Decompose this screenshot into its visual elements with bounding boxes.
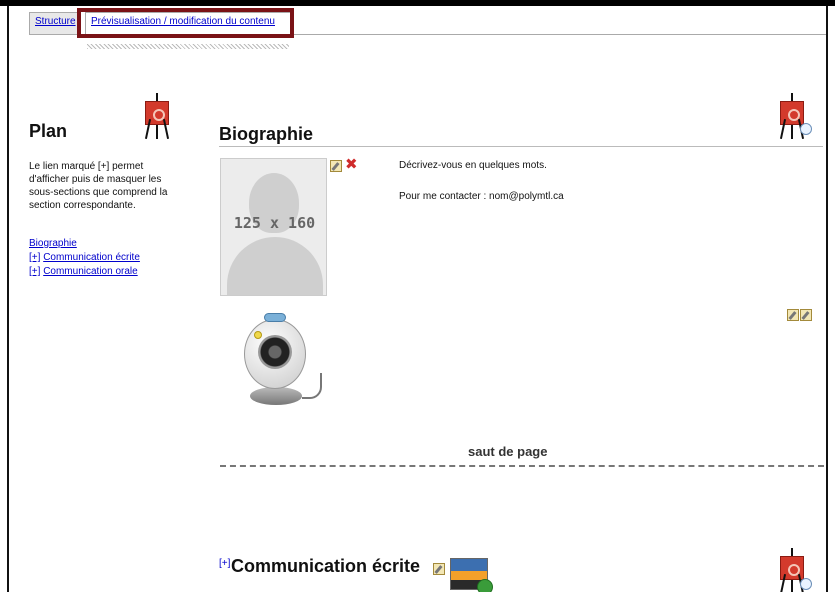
plan-link-label[interactable]: Biographie <box>29 238 77 249</box>
edit-icon[interactable] <box>330 160 342 172</box>
avatar-shoulders <box>227 237 323 295</box>
easel-icon[interactable] <box>139 93 179 141</box>
tab-underline <box>29 34 826 35</box>
window-top-bar <box>0 0 835 6</box>
section-title-communication-ecrite: Communication écrite <box>231 556 421 576</box>
edit-icon[interactable] <box>787 309 799 321</box>
section-divider <box>219 146 823 147</box>
left-border <box>7 6 9 592</box>
image-icon[interactable] <box>450 558 493 592</box>
photo-dimensions: 125 x 160 <box>233 214 316 232</box>
plan-description: Le lien marqué [+] permet d'afficher pui… <box>29 161 168 211</box>
plan-link-communication-orale[interactable]: [+] Communication orale <box>29 265 140 279</box>
plan-link-biographie[interactable]: Biographie <box>29 237 140 251</box>
easel-preview-icon[interactable] <box>774 548 814 592</box>
profile-photo-placeholder: 125 x 160 <box>220 158 327 296</box>
tab-hatch-decoration <box>87 44 289 49</box>
bio-description: Décrivez-vous en quelques mots. <box>399 160 547 171</box>
webcam-icon <box>240 313 330 409</box>
page-break-line <box>220 465 824 467</box>
easel-preview-icon[interactable] <box>774 93 814 141</box>
plan-links: Biographie [+] Communication écrite [+] … <box>29 237 140 279</box>
tab-structure[interactable]: Structure <box>29 12 80 34</box>
plan-title: Plan <box>29 121 68 141</box>
edit-icon[interactable] <box>800 309 812 321</box>
bio-text: Décrivez-vous en quelques mots. Pour me … <box>399 159 564 221</box>
tab-structure-label[interactable]: Structure <box>35 16 76 27</box>
delete-icon[interactable]: ✖ <box>345 157 359 172</box>
right-border <box>826 6 828 592</box>
tab-preview-label[interactable]: Prévisualisation / modification du conte… <box>91 16 275 27</box>
section-title-biographie: Biographie <box>219 124 314 144</box>
plan-link-expand[interactable]: [+] <box>29 266 40 277</box>
page-break-label: saut de page <box>468 444 548 459</box>
edit-icon[interactable] <box>433 563 445 575</box>
plan-link-label[interactable]: Communication écrite <box>43 252 140 263</box>
bio-contact: Pour me contacter : nom@polymtl.ca <box>399 191 564 202</box>
plan-link-expand[interactable]: [+] <box>29 252 40 263</box>
plan-link-label[interactable]: Communication orale <box>43 266 138 277</box>
plan-link-communication-ecrite[interactable]: [+] Communication écrite <box>29 251 140 265</box>
tab-preview-edit[interactable]: Prévisualisation / modification du conte… <box>85 12 291 34</box>
